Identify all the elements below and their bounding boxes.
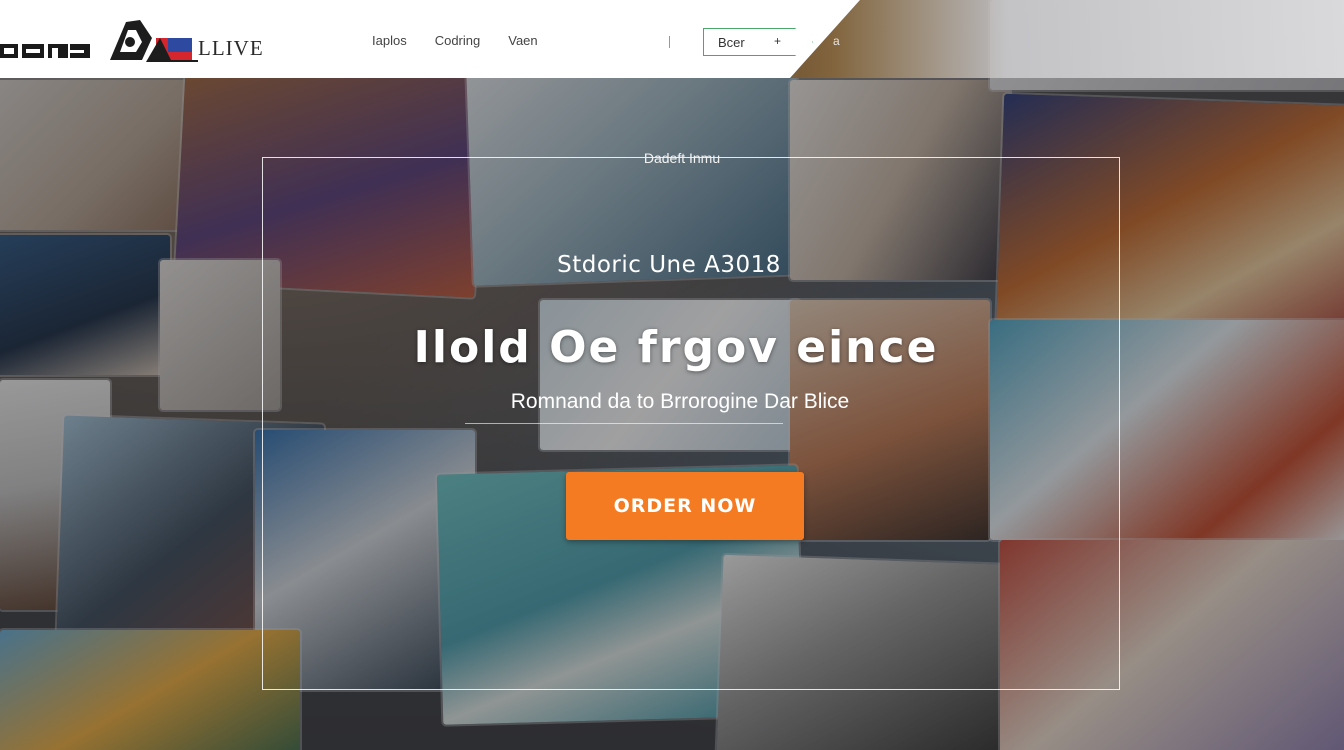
hero-caption: Dadeft Inmu — [643, 150, 721, 166]
landing-page: LLIVE Iaplos Codring Vaen Bcer + a Dadef… — [0, 0, 1344, 750]
header-cta-label: Bcer — [718, 35, 745, 50]
brand-name: LLIVE — [198, 36, 264, 60]
nav-link-iaplos[interactable]: Iaplos — [372, 33, 407, 48]
brand-logo[interactable]: LLIVE — [106, 16, 276, 66]
nav-link-vaen[interactable]: Vaen — [508, 33, 537, 48]
nav-link-codring[interactable]: Codring — [435, 33, 481, 48]
order-now-button[interactable]: ORDER NOW — [566, 472, 804, 540]
brand-wordmark-icon — [0, 44, 90, 58]
hero-title: Ilold Oe frgov eince — [413, 322, 939, 373]
header-extra-link[interactable]: a — [833, 34, 840, 48]
hero-tagline: Romnand da to Brrorogine Dar Blice — [510, 390, 850, 413]
header-cta-button[interactable]: Bcer + — [703, 28, 813, 56]
nav-divider — [669, 36, 670, 48]
main-navigation: Iaplos Codring Vaen — [372, 33, 538, 48]
tagline-underline — [465, 423, 783, 424]
arrow-icon: + — [774, 34, 782, 48]
brand-emblem-icon — [110, 20, 198, 62]
hero-subtitle: Stdoric Une A3018 — [557, 252, 781, 278]
top-navigation-bar: LLIVE Iaplos Codring Vaen Bcer + a — [0, 0, 1344, 78]
